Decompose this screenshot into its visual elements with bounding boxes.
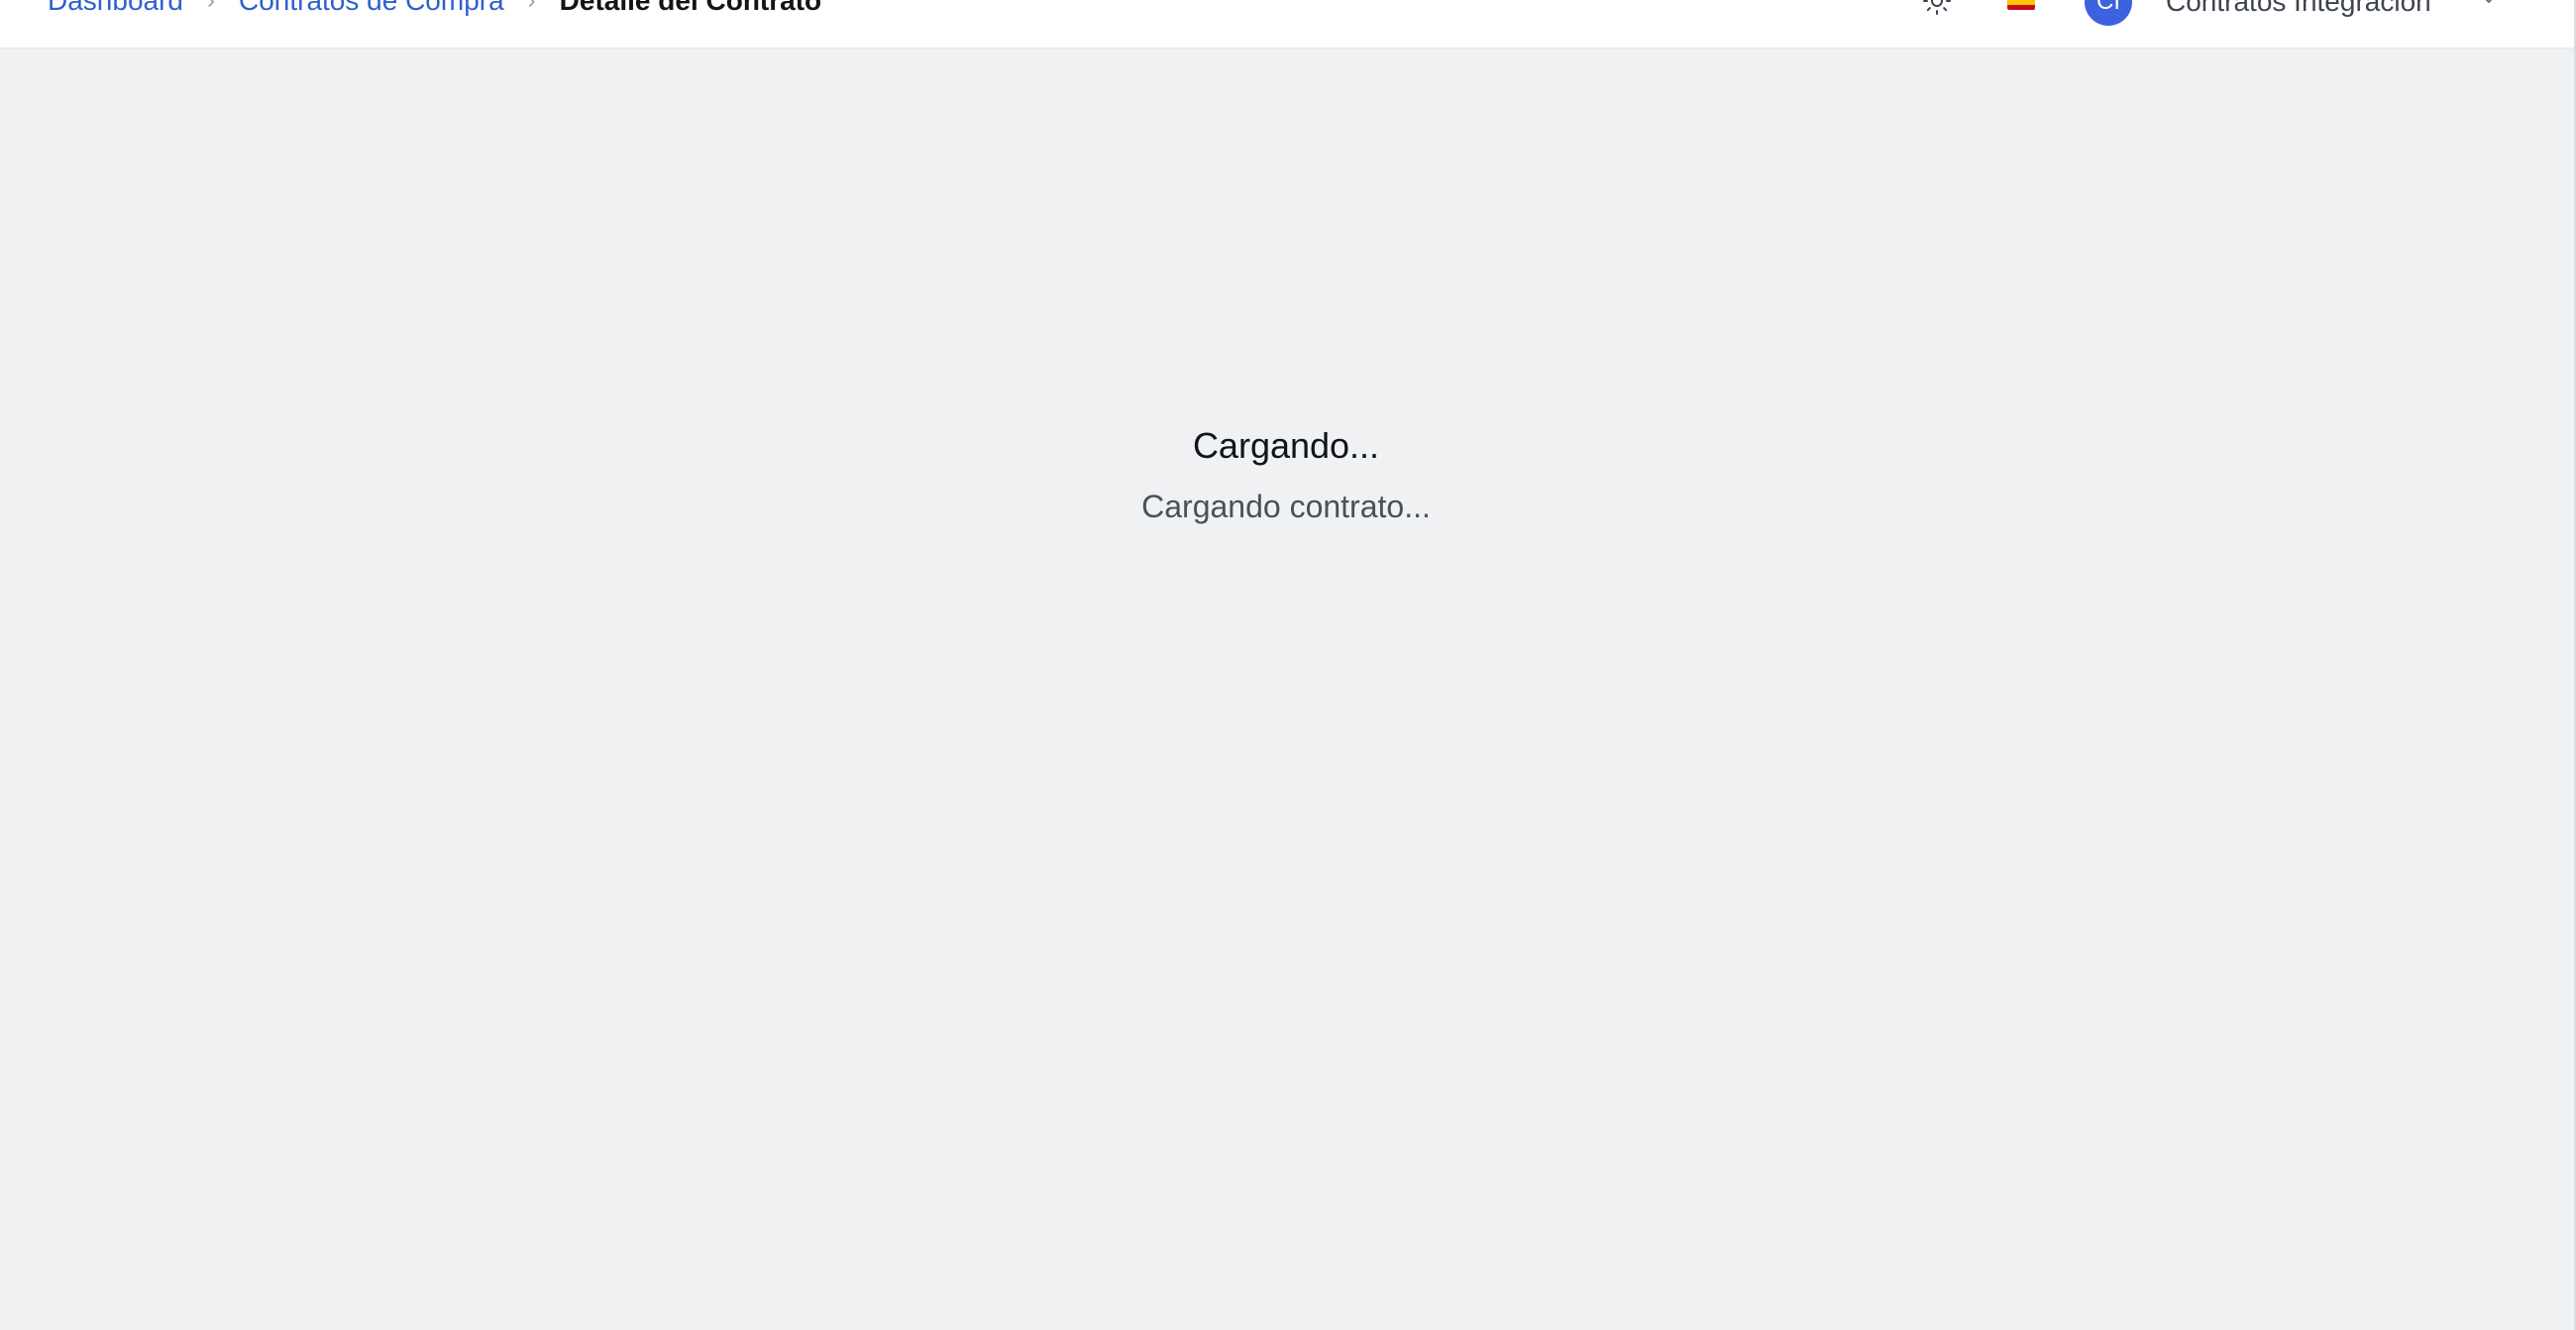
sun-icon[interactable]: [1922, 0, 1952, 16]
loading-panel: Cargando... Cargando contrato...: [0, 416, 2572, 531]
breadcrumb: Dashboard › Contratos de Compra › Detall…: [48, 0, 821, 16]
breadcrumb-separator-icon: ›: [206, 0, 215, 14]
spain-flag-icon[interactable]: [2007, 0, 2035, 10]
user-name[interactable]: Contratos Integración: [2166, 0, 2431, 18]
breadcrumb-separator-icon: ›: [527, 0, 536, 14]
breadcrumb-dashboard-link[interactable]: Dashboard: [48, 0, 183, 17]
breadcrumb-contratos-link[interactable]: Contratos de Compra: [239, 0, 504, 17]
loading-title: Cargando...: [1192, 425, 1380, 466]
chevron-down-icon[interactable]: [2477, 0, 2501, 10]
loading-message: Cargando contrato...: [1141, 489, 1431, 524]
breadcrumb-current-page: Detalle del Contrato: [559, 0, 822, 16]
avatar[interactable]: CI: [2085, 0, 2132, 26]
top-header: Dashboard › Contratos de Compra › Detall…: [0, 0, 2576, 49]
